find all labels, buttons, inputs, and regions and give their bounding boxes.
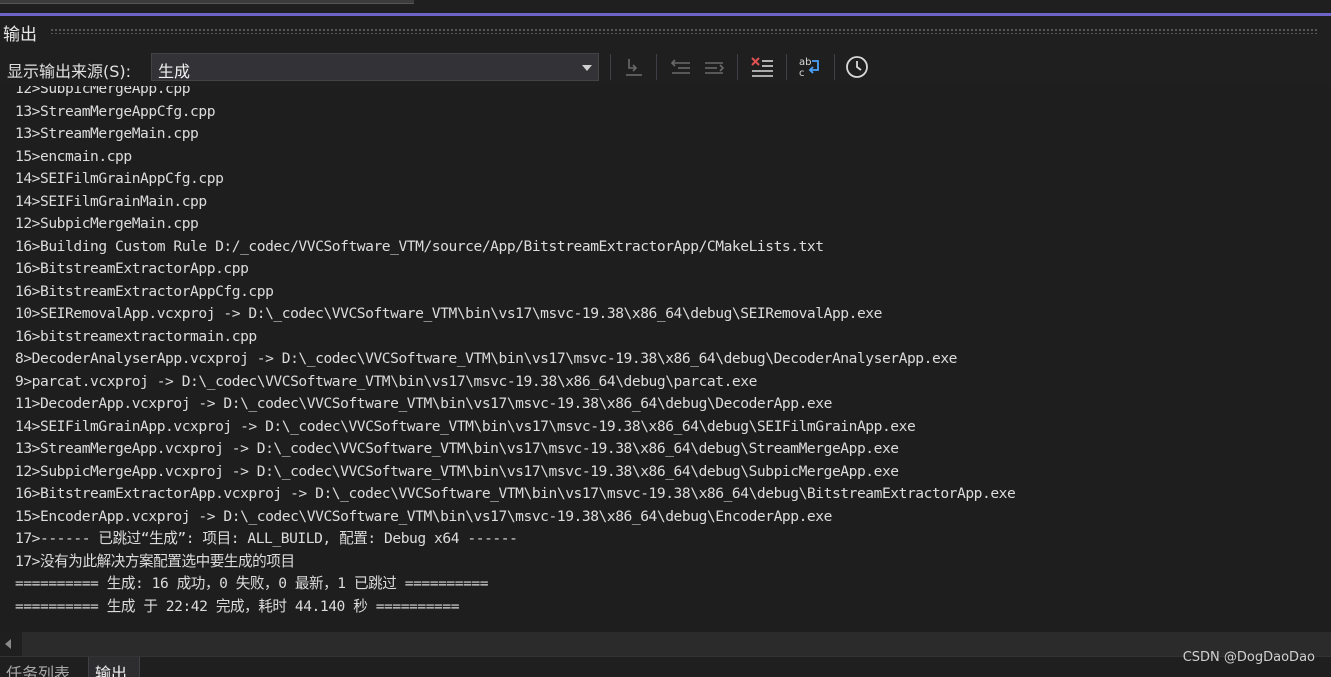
output-toolbar: 显示输出来源(S): 生成 ab c [0, 48, 1331, 86]
word-wrap-button[interactable]: ab c [796, 53, 824, 81]
output-lines: 12>SubpicMergeApp.cpp 13>StreamMergeAppCf… [0, 86, 1016, 618]
clear-all-button[interactable] [748, 53, 776, 81]
output-line: 16>BitstreamExtractorApp.vcxproj -> D:\_… [15, 485, 1016, 502]
chevron-down-icon [582, 65, 592, 71]
scrollbar-track[interactable] [22, 632, 1331, 656]
output-text-area[interactable]: 12>SubpicMergeApp.cpp 13>StreamMergeAppCf… [0, 86, 1331, 632]
output-line: 16>BitstreamExtractorAppCfg.cpp [15, 282, 274, 300]
output-line: 13>StreamMergeAppCfg.cpp [15, 102, 216, 120]
tab-task-list[interactable]: 任务列表 [0, 657, 86, 677]
output-line: 15>encmain.cpp [15, 147, 132, 165]
output-source-dropdown[interactable]: 生成 [151, 53, 599, 81]
clock-icon [846, 56, 868, 78]
scroll-left-icon[interactable] [5, 639, 11, 649]
document-tab-edge [0, 0, 414, 4]
output-line: 11>DecoderApp.vcxproj -> D:\_codec\VVCSo… [15, 395, 832, 412]
output-line: ========== 生成: 16 成功，0 失败，0 最新，1 已跳过 ===… [15, 575, 489, 592]
output-line: 12>SubpicMergeApp.vcxproj -> D:\_codec\V… [15, 462, 899, 480]
top-strip [0, 0, 1331, 14]
horizontal-scrollbar[interactable] [0, 632, 1331, 656]
output-line: 13>StreamMergeApp.vcxproj -> D:\_codec\V… [15, 440, 899, 457]
previous-message-icon [670, 59, 690, 74]
output-line: 16>bitstreamextractormain.cpp [15, 327, 257, 345]
next-message-button[interactable] [700, 53, 728, 81]
go-to-line-icon [626, 59, 642, 76]
previous-message-button[interactable] [667, 53, 695, 81]
clear-all-icon [751, 57, 773, 77]
output-line: 12>SubpicMergeMain.cpp [15, 215, 199, 232]
output-line: 10>SEIRemovalApp.vcxproj -> D:\_codec\VV… [15, 305, 882, 322]
output-source-value: 生成 [158, 62, 191, 81]
output-line: 14>SEIFilmGrainMain.cpp [15, 192, 207, 210]
panel-title: 输出 [3, 25, 37, 45]
show-timestamps-button[interactable] [843, 53, 871, 81]
output-line: ========== 生成 于 22:42 完成，耗时 44.140 秒 ===… [15, 597, 460, 615]
output-line: 17>------ 已跳过“生成”: 项目: ALL_BUILD, 配置: De… [15, 530, 518, 547]
output-line: 16>BitstreamExtractorApp.cpp [15, 260, 249, 277]
toolbar-separator [656, 54, 657, 80]
output-line: 9>parcat.vcxproj -> D:\_codec\VVCSoftwar… [15, 372, 757, 390]
output-line: 15>EncoderApp.vcxproj -> D:\_codec\VVCSo… [15, 507, 832, 525]
next-message-icon [705, 62, 725, 74]
drag-grip[interactable] [50, 28, 1319, 34]
word-wrap-icon: ab c [799, 57, 819, 79]
output-line: 13>StreamMergeMain.cpp [15, 125, 199, 142]
toolbar-separator [737, 54, 738, 80]
output-line: 17>没有为此解决方案配置选中要生成的项目 [15, 552, 295, 570]
bottom-tab-bar: 任务列表 输出 [0, 656, 1331, 677]
output-line: 8>DecoderAnalyserApp.vcxproj -> D:\_code… [15, 350, 957, 367]
toolbar-separator [834, 54, 835, 80]
output-panel-titlebar[interactable]: 输出 [0, 16, 1331, 46]
svg-text:c: c [799, 68, 805, 79]
toolbar-separator [786, 54, 787, 80]
go-to-line-button[interactable] [620, 53, 648, 81]
svg-text:ab: ab [799, 57, 811, 68]
tab-output[interactable]: 输出 [88, 657, 140, 677]
toolbar-separator [610, 54, 611, 80]
output-source-label: 显示输出来源(S): [7, 62, 132, 81]
output-line: 12>SubpicMergeApp.cpp [15, 86, 191, 97]
watermark: CSDN @DogDaoDao [1182, 650, 1315, 665]
output-line: 14>SEIFilmGrainAppCfg.cpp [15, 170, 224, 187]
output-line: 14>SEIFilmGrainApp.vcxproj -> D:\_codec\… [15, 417, 916, 435]
output-line: 16>Building Custom Rule D:/_codec/VVCSof… [15, 237, 824, 255]
